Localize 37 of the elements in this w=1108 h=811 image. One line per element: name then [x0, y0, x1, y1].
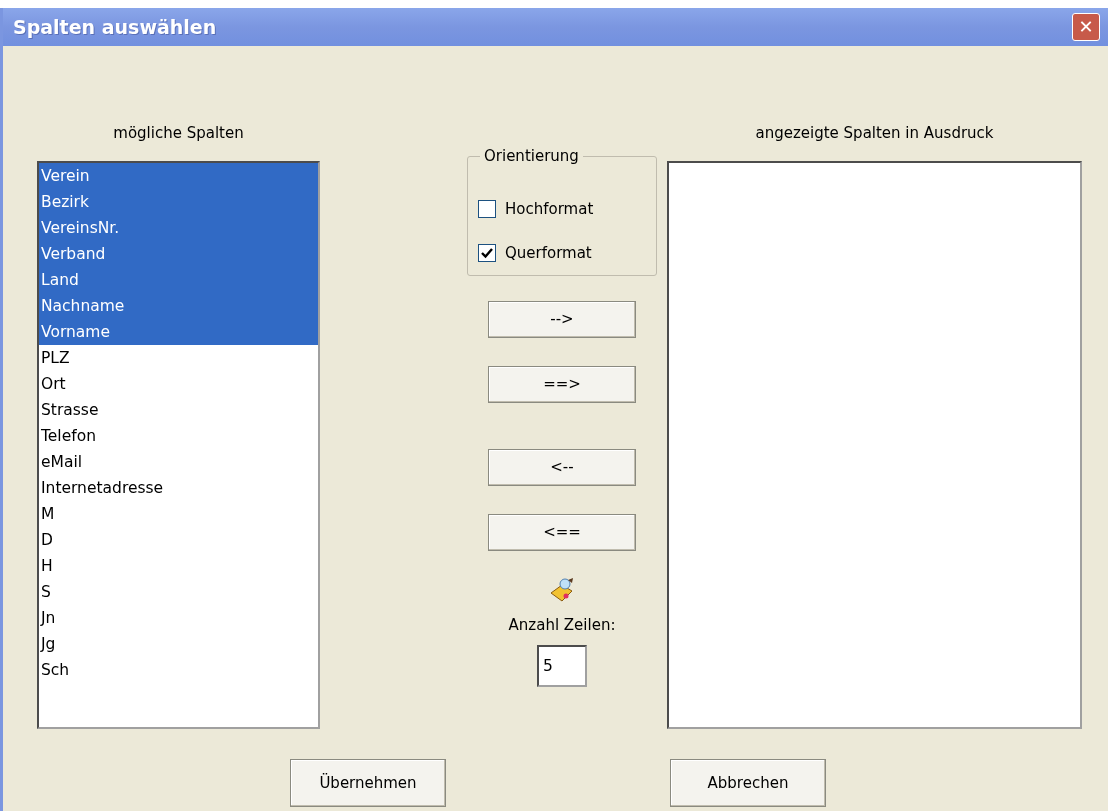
list-item[interactable]: Strasse	[39, 397, 318, 423]
list-item[interactable]: VereinsNr.	[39, 215, 318, 241]
list-item[interactable]: Verein	[39, 163, 318, 189]
checkbox[interactable]	[478, 200, 496, 218]
list-item[interactable]: Jg	[39, 631, 318, 657]
rows-input[interactable]: 5	[537, 644, 587, 687]
list-label: mögliche Spalten	[112, 123, 245, 144]
list-item[interactable]: Vorname	[39, 319, 318, 345]
list-item[interactable]: Bezirk	[39, 189, 318, 215]
list-item[interactable]: Internetadresse	[39, 475, 318, 501]
window-title: Spalten auswählen	[13, 14, 217, 40]
move-button[interactable]: <--	[488, 449, 636, 486]
move-button[interactable]: <==	[488, 514, 636, 551]
move-button[interactable]: -->	[488, 301, 636, 338]
list-item[interactable]: PLZ	[39, 345, 318, 371]
close-button[interactable]: ✕	[1072, 13, 1100, 41]
list-item[interactable]: D	[39, 527, 318, 553]
list-item[interactable]: Jn	[39, 605, 318, 631]
list-item[interactable]: Sch	[39, 657, 318, 683]
list-item[interactable]: Land	[39, 267, 318, 293]
checkbox-label: Querformat	[505, 242, 592, 264]
checkbox-label: Hochformat	[505, 198, 594, 220]
list-item[interactable]: eMail	[39, 449, 318, 475]
list-label: angezeigte Spalten in Ausdruck	[754, 123, 995, 144]
list-item[interactable]: S	[39, 579, 318, 605]
list-item[interactable]: H	[39, 553, 318, 579]
checkbox[interactable]	[478, 244, 496, 262]
list-item[interactable]: Ort	[39, 371, 318, 397]
list-item[interactable]: Telefon	[39, 423, 318, 449]
list-item[interactable]: Verband	[39, 241, 318, 267]
move-button[interactable]: ==>	[488, 366, 636, 403]
available-columns-list[interactable]: Verein Bezirk VereinsNr. Verband Land Nachname Vorname PLZ Ort Strasse Telefon eMail Internetadresse M D H S Jn Jg Sch	[37, 161, 320, 729]
rows-label: Anzahl Zeilen:	[508, 615, 616, 636]
list-item[interactable]: Nachname	[39, 293, 318, 319]
cancel-button[interactable]: Abbrechen	[670, 759, 826, 807]
apply-button[interactable]: Übernehmen	[290, 759, 446, 807]
list-item[interactable]: M	[39, 501, 318, 527]
